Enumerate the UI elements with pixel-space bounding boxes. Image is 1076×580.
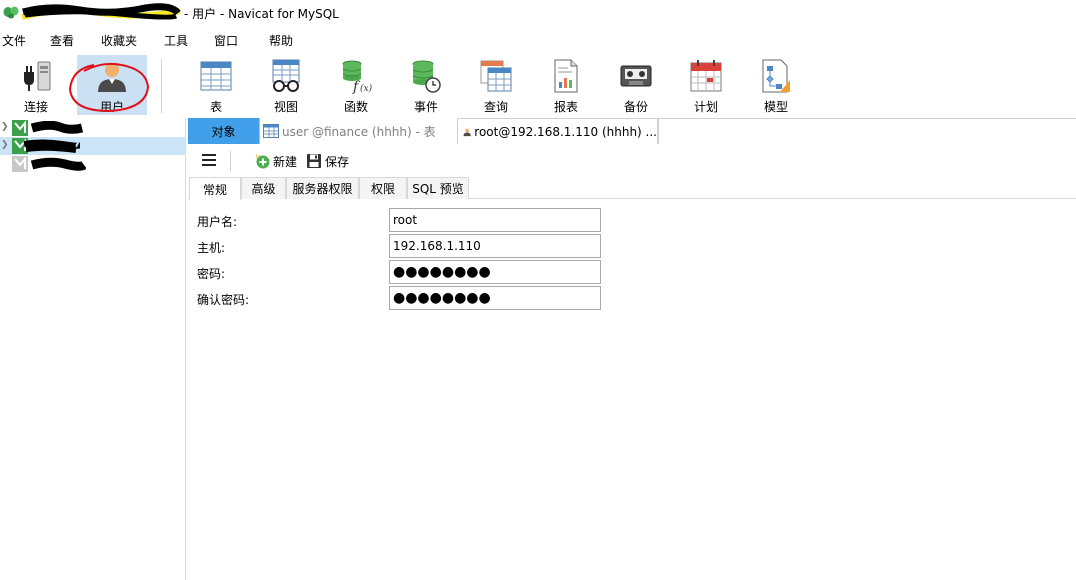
host-label: 主机:	[197, 241, 226, 255]
table-icon	[263, 124, 279, 138]
table-button[interactable]: 表	[181, 55, 251, 115]
tab-user-table[interactable]: user @finance (hhhh) - 表	[260, 118, 458, 144]
title-bar: - 用户 - Navicat for MySQL	[0, 0, 1076, 26]
expand-arrow-icon[interactable]: ❯	[1, 122, 9, 134]
backup-tape-icon	[620, 65, 652, 87]
tab-user-table-label: user @finance (hhhh) - 表	[282, 124, 436, 139]
menu-favorites[interactable]: 收藏夹	[101, 32, 137, 49]
save-label: 保存	[325, 154, 350, 169]
event-button[interactable]: 事件	[391, 55, 461, 115]
tab-advanced[interactable]: 高级	[241, 177, 286, 199]
user-label: 用户	[99, 100, 124, 114]
connect-label: 连接	[23, 100, 48, 114]
query-button[interactable]: 查询	[461, 55, 531, 115]
table-label: 表	[209, 100, 222, 114]
menu-view[interactable]: 查看	[50, 32, 74, 49]
new-label: 新建	[273, 154, 298, 169]
report-button[interactable]: 报表	[531, 55, 601, 115]
tree-item-connection-2[interactable]: ❯	[0, 137, 186, 155]
user-icon	[98, 63, 126, 92]
document-tab-bar: 对象 user @finance (hhhh) - 表 root@192.168…	[188, 118, 1076, 144]
tab-root-user-label: root@192.168.1.110 (hhhh) ...	[474, 124, 657, 139]
password-input[interactable]	[389, 260, 601, 284]
event-clock-icon	[412, 60, 441, 93]
query-label: 查询	[483, 100, 508, 114]
backup-label: 备份	[623, 100, 648, 114]
tree-item-connection-3[interactable]	[0, 155, 186, 173]
redacted-name	[23, 139, 80, 153]
report-icon	[554, 59, 578, 93]
expand-arrow-icon[interactable]: ❯	[1, 140, 9, 152]
schedule-button[interactable]: 计划	[671, 55, 741, 115]
navicat-logo-icon	[3, 6, 19, 19]
view-glasses-icon	[272, 59, 300, 92]
event-label: 事件	[413, 100, 438, 114]
menu-help[interactable]: 帮助	[269, 32, 293, 49]
model-icon	[762, 59, 790, 93]
model-label: 模型	[763, 100, 788, 114]
user-general-form: 用户名: 主机: 密码: 确认密码:	[188, 200, 1076, 580]
connect-button[interactable]: 连接	[1, 55, 71, 115]
tab-objects-label: 对象	[211, 124, 236, 139]
new-button[interactable]: 新建	[254, 153, 297, 169]
menu-tools[interactable]: 工具	[164, 32, 188, 49]
view-label: 视图	[273, 100, 298, 114]
tab-server-privileges[interactable]: 服务器权限	[286, 177, 359, 199]
table-icon	[200, 61, 232, 91]
function-label: 函数	[343, 100, 368, 114]
disconnected-connection-icon	[12, 156, 28, 172]
confirm-password-input[interactable]	[389, 286, 601, 310]
save-disk-icon	[307, 154, 321, 168]
hamburger-menu-icon[interactable]	[202, 153, 216, 167]
backup-button[interactable]: 备份	[601, 55, 671, 115]
tab-general[interactable]: 常规	[189, 177, 241, 200]
connection-tree[interactable]: ❯ ❯	[0, 118, 186, 580]
menu-window[interactable]: 窗口	[214, 32, 238, 49]
editor-toolbar: 新建 保存	[188, 145, 1076, 175]
plug-icon	[24, 61, 51, 91]
user-icon	[463, 128, 471, 136]
query-icon	[480, 60, 512, 92]
toolbar-separator	[161, 59, 162, 113]
redacted-name	[30, 157, 86, 171]
main-toolbar: 连接 用户 表 视图 f (x) 函数 事件 查询 报表 备份 计划 模型	[0, 53, 1076, 117]
user-button[interactable]: 用户	[77, 55, 147, 115]
function-icon: f (x)	[342, 60, 373, 94]
property-tab-strip: 常规 高级 服务器权限 权限 SQL 预览	[188, 177, 1076, 200]
mysql-connection-icon	[12, 120, 28, 136]
password-label: 密码:	[197, 267, 226, 281]
menu-bar: 文件 查看 收藏夹 工具 窗口 帮助	[0, 29, 1076, 51]
tab-bar-empty-area	[658, 118, 1076, 144]
host-input[interactable]	[389, 234, 601, 258]
tab-sql-preview[interactable]: SQL 预览	[407, 177, 469, 199]
toolbar-separator	[230, 151, 231, 171]
redacted-connection-name	[21, 3, 181, 20]
confirm-password-label: 确认密码:	[197, 293, 250, 307]
report-label: 报表	[553, 100, 578, 114]
redacted-name	[30, 121, 84, 134]
new-plus-icon	[255, 154, 270, 169]
model-button[interactable]: 模型	[741, 55, 811, 115]
tree-item-connection-1[interactable]: ❯	[0, 119, 186, 137]
tab-objects[interactable]: 对象	[188, 118, 260, 144]
window-title: - 用户 - Navicat for MySQL	[184, 7, 339, 21]
menu-file[interactable]: 文件	[2, 32, 26, 49]
username-input[interactable]	[389, 208, 601, 232]
svg-text:(x): (x)	[360, 83, 373, 94]
save-button[interactable]: 保存	[306, 153, 349, 169]
tab-privileges[interactable]: 权限	[359, 177, 407, 199]
username-label: 用户名:	[197, 215, 238, 229]
calendar-icon	[690, 60, 722, 92]
view-button[interactable]: 视图	[251, 55, 321, 115]
tab-root-user[interactable]: root@192.168.1.110 (hhhh) ...	[458, 118, 658, 144]
function-button[interactable]: f (x) 函数	[321, 55, 391, 115]
schedule-label: 计划	[693, 100, 718, 114]
